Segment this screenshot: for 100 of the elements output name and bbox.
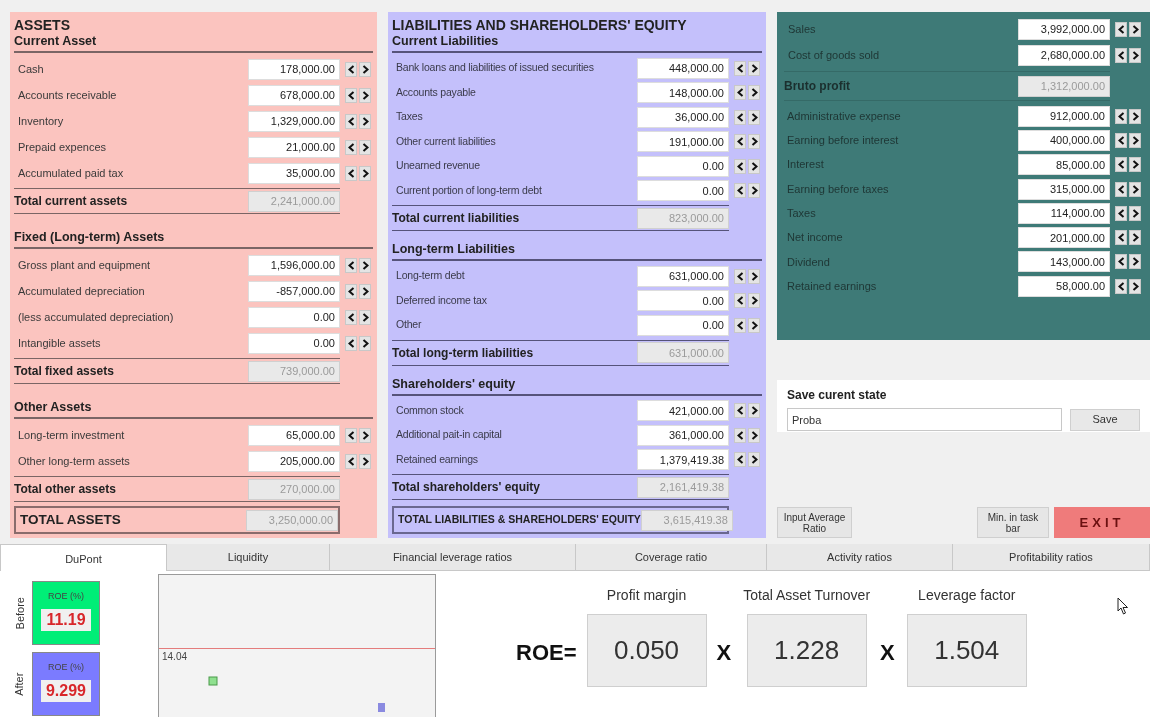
input-average-button[interactable]: Input Average Ratio [777, 507, 852, 538]
increase-button[interactable] [748, 85, 760, 101]
decrease-button[interactable] [734, 268, 746, 284]
decrease-button[interactable] [1115, 230, 1127, 246]
value-field[interactable]: 400,000.00 [1018, 129, 1110, 151]
value-field[interactable]: 178,000.00 [248, 58, 340, 80]
tab[interactable]: Profitability ratios [953, 544, 1150, 571]
decrease-button[interactable] [734, 317, 746, 333]
increase-button[interactable] [748, 158, 760, 174]
decrease-button[interactable] [734, 427, 746, 443]
increase-button[interactable] [748, 183, 760, 199]
value-field[interactable]: 58,000.00 [1018, 275, 1110, 297]
value-field[interactable]: 0.00 [248, 332, 340, 354]
decrease-button[interactable] [345, 427, 357, 443]
decrease-button[interactable] [734, 452, 746, 468]
value-field[interactable]: 35,000.00 [248, 162, 340, 184]
increase-button[interactable] [748, 317, 760, 333]
increase-button[interactable] [359, 453, 371, 469]
increase-button[interactable] [748, 134, 760, 150]
value-field[interactable]: 631,000.00 [637, 265, 729, 287]
decrease-button[interactable] [1115, 254, 1127, 270]
decrease-button[interactable] [734, 158, 746, 174]
decrease-button[interactable] [734, 293, 746, 309]
decrease-button[interactable] [345, 283, 357, 299]
increase-button[interactable] [359, 427, 371, 443]
increase-button[interactable] [359, 139, 371, 155]
decrease-button[interactable] [1115, 21, 1127, 37]
value-field[interactable]: 1,379,419.38 [637, 449, 729, 471]
value-field[interactable]: 191,000.00 [637, 131, 729, 153]
value-field[interactable]: 448,000.00 [637, 57, 729, 79]
value-field[interactable]: 1,329,000.00 [248, 110, 340, 132]
decrease-button[interactable] [345, 165, 357, 181]
decrease-button[interactable] [734, 134, 746, 150]
increase-button[interactable] [748, 293, 760, 309]
increase-button[interactable] [1129, 157, 1141, 173]
value-field[interactable]: 1,596,000.00 [248, 254, 340, 276]
decrease-button[interactable] [1115, 278, 1127, 294]
decrease-button[interactable] [1115, 132, 1127, 148]
value-field[interactable]: 3,992,000.00 [1018, 18, 1110, 40]
increase-button[interactable] [1129, 21, 1141, 37]
increase-button[interactable] [1129, 47, 1141, 63]
decrease-button[interactable] [1115, 47, 1127, 63]
value-field[interactable]: 143,000.00 [1018, 251, 1110, 273]
value-field[interactable]: 912,000.00 [1018, 105, 1110, 127]
value-field[interactable]: 0.00 [637, 314, 729, 336]
tab[interactable]: DuPont [0, 544, 167, 574]
decrease-button[interactable] [734, 109, 746, 125]
decrease-button[interactable] [345, 453, 357, 469]
tab[interactable]: Liquidity [167, 544, 330, 571]
increase-button[interactable] [748, 403, 760, 419]
value-field[interactable]: 678,000.00 [248, 84, 340, 106]
value-field[interactable]: 205,000.00 [248, 450, 340, 472]
decrease-button[interactable] [734, 403, 746, 419]
decrease-button[interactable] [734, 60, 746, 76]
value-field[interactable]: 148,000.00 [637, 82, 729, 104]
decrease-button[interactable] [1115, 108, 1127, 124]
decrease-button[interactable] [1115, 205, 1127, 221]
decrease-button[interactable] [345, 257, 357, 273]
value-field[interactable]: 0.00 [248, 306, 340, 328]
exit-button[interactable]: EXIT [1054, 507, 1150, 538]
value-field[interactable]: 21,000.00 [248, 136, 340, 158]
value-field[interactable]: 201,000.00 [1018, 227, 1110, 249]
value-field[interactable]: 65,000.00 [248, 424, 340, 446]
value-field[interactable]: 2,680,000.00 [1018, 44, 1110, 66]
increase-button[interactable] [748, 427, 760, 443]
save-button[interactable]: Save [1070, 408, 1140, 431]
increase-button[interactable] [359, 257, 371, 273]
value-field[interactable]: -857,000.00 [248, 280, 340, 302]
value-field[interactable]: 0.00 [637, 290, 729, 312]
decrease-button[interactable] [734, 85, 746, 101]
value-field[interactable]: 0.00 [637, 155, 729, 177]
increase-button[interactable] [1129, 254, 1141, 270]
value-field[interactable]: 315,000.00 [1018, 178, 1110, 200]
increase-button[interactable] [1129, 278, 1141, 294]
increase-button[interactable] [1129, 132, 1141, 148]
increase-button[interactable] [748, 452, 760, 468]
increase-button[interactable] [1129, 230, 1141, 246]
decrease-button[interactable] [1115, 157, 1127, 173]
decrease-button[interactable] [734, 183, 746, 199]
decrease-button[interactable] [345, 61, 357, 77]
increase-button[interactable] [748, 109, 760, 125]
increase-button[interactable] [1129, 205, 1141, 221]
decrease-button[interactable] [1115, 181, 1127, 197]
minimize-button[interactable]: Min. in task bar [977, 507, 1049, 538]
tab[interactable]: Coverage ratio [576, 544, 767, 571]
value-field[interactable]: 36,000.00 [637, 106, 729, 128]
value-field[interactable]: 114,000.00 [1018, 202, 1110, 224]
decrease-button[interactable] [345, 139, 357, 155]
value-field[interactable]: 421,000.00 [637, 400, 729, 422]
value-field[interactable]: 361,000.00 [637, 424, 729, 446]
increase-button[interactable] [359, 165, 371, 181]
decrease-button[interactable] [345, 309, 357, 325]
increase-button[interactable] [359, 113, 371, 129]
tab[interactable]: Activity ratios [767, 544, 953, 571]
increase-button[interactable] [359, 335, 371, 351]
decrease-button[interactable] [345, 335, 357, 351]
increase-button[interactable] [359, 61, 371, 77]
increase-button[interactable] [359, 87, 371, 103]
state-name-field[interactable]: Proba [787, 408, 1063, 431]
increase-button[interactable] [359, 283, 371, 299]
